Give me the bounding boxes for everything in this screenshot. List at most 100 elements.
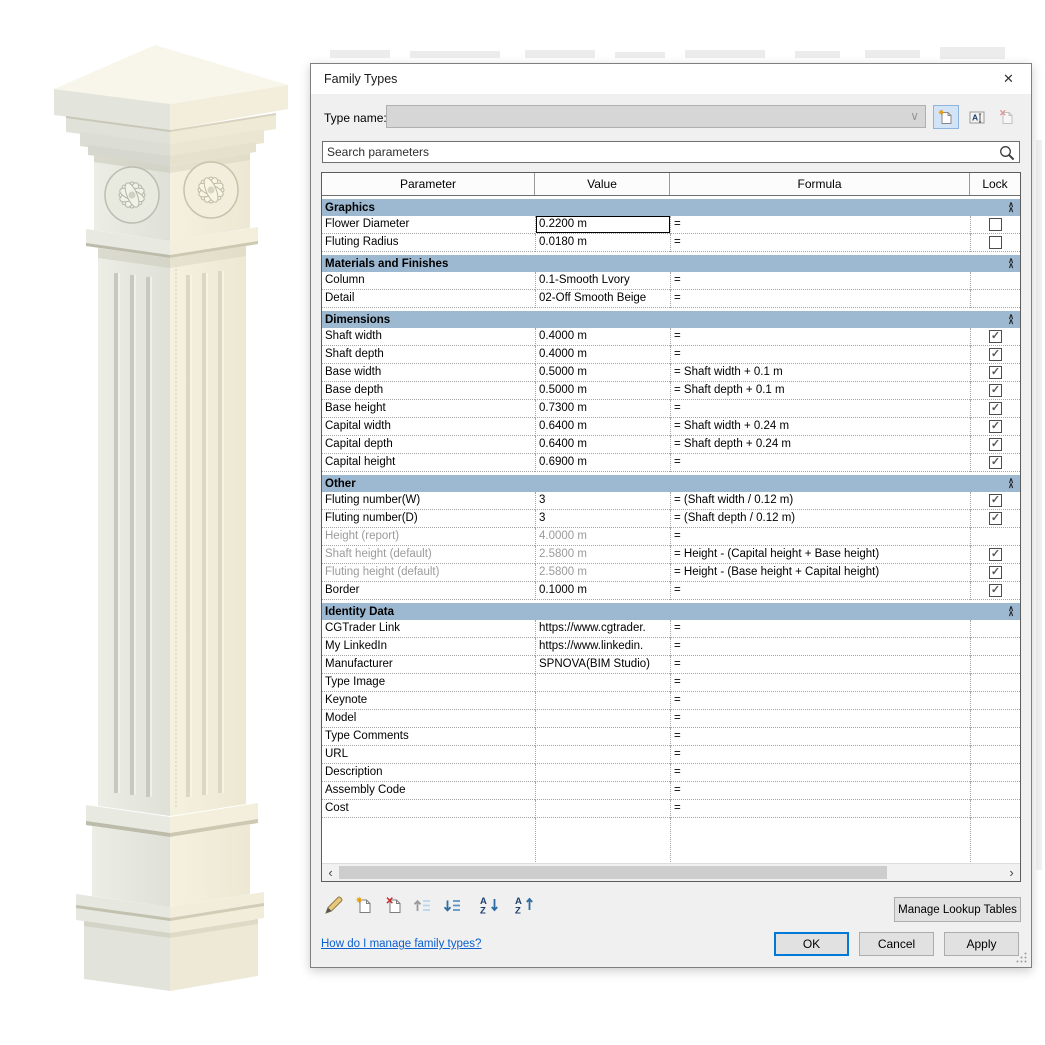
param-name-cell[interactable]: Base width: [322, 364, 535, 382]
param-value-cell[interactable]: 0.5000 m: [535, 382, 670, 400]
lock-checkbox[interactable]: ✓: [989, 384, 1002, 397]
horizontal-scrollbar[interactable]: ‹ ›: [322, 863, 1020, 881]
param-value-cell[interactable]: [535, 674, 670, 692]
collapse-section-icon[interactable]: ∧ ∧: [1008, 201, 1014, 213]
param-name-cell[interactable]: Description: [322, 764, 535, 782]
param-name-cell[interactable]: Fluting height (default): [322, 564, 535, 582]
section-header-other[interactable]: Other ∧ ∧: [322, 475, 1020, 492]
param-name-cell[interactable]: Fluting number(W): [322, 492, 535, 510]
dialog-titlebar[interactable]: Family Types ✕: [311, 64, 1031, 94]
param-name-cell[interactable]: Shaft depth: [322, 346, 535, 364]
param-name-cell[interactable]: Fluting Radius: [322, 234, 535, 252]
param-value-cell[interactable]: 0.1000 m: [535, 582, 670, 600]
param-name-cell[interactable]: Type Comments: [322, 728, 535, 746]
lock-checkbox[interactable]: ✓: [989, 566, 1002, 579]
edit-parameter-icon[interactable]: [323, 894, 345, 916]
param-formula-cell[interactable]: =: [670, 620, 970, 638]
param-formula-cell[interactable]: =: [670, 216, 970, 234]
param-value-cell[interactable]: 0.6400 m: [535, 418, 670, 436]
param-name-cell[interactable]: Type Image: [322, 674, 535, 692]
lock-checkbox[interactable]: ✓: [989, 584, 1002, 597]
section-header-dimensions[interactable]: Dimensions ∧ ∧: [322, 311, 1020, 328]
param-formula-cell[interactable]: =: [670, 400, 970, 418]
delete-parameter-icon[interactable]: ✕: [383, 894, 405, 916]
param-formula-cell[interactable]: = Shaft depth + 0.24 m: [670, 436, 970, 454]
param-value-cell[interactable]: [535, 800, 670, 818]
lock-checkbox[interactable]: ✓: [989, 330, 1002, 343]
param-value-cell[interactable]: https://www.cgtrader.: [535, 620, 670, 638]
param-formula-cell[interactable]: =: [670, 764, 970, 782]
param-value-cell[interactable]: 0.6400 m: [535, 436, 670, 454]
param-formula-cell[interactable]: =: [670, 710, 970, 728]
param-value-cell[interactable]: [535, 710, 670, 728]
ok-button[interactable]: OK: [774, 932, 849, 956]
param-value-cell[interactable]: 0.4000 m: [535, 346, 670, 364]
param-name-cell[interactable]: Column: [322, 272, 535, 290]
param-value-cell[interactable]: 0.2200 m: [535, 216, 670, 234]
lock-checkbox[interactable]: ✓: [989, 348, 1002, 361]
param-formula-cell[interactable]: = (Shaft depth / 0.12 m): [670, 510, 970, 528]
header-parameter[interactable]: Parameter: [322, 173, 535, 195]
param-formula-cell[interactable]: =: [670, 272, 970, 290]
apply-button[interactable]: Apply: [944, 932, 1019, 956]
param-value-cell[interactable]: 3: [535, 510, 670, 528]
lock-checkbox[interactable]: ✓: [989, 402, 1002, 415]
collapse-section-icon[interactable]: ∧ ∧: [1008, 477, 1014, 489]
param-name-cell[interactable]: My LinkedIn: [322, 638, 535, 656]
param-name-cell[interactable]: Capital width: [322, 418, 535, 436]
param-name-cell[interactable]: Manufacturer: [322, 656, 535, 674]
param-formula-cell[interactable]: =: [670, 290, 970, 308]
param-value-cell[interactable]: 0.1-Smooth Lvory: [535, 272, 670, 290]
lock-checkbox[interactable]: ✓: [989, 512, 1002, 525]
param-value-cell[interactable]: 0.4000 m: [535, 328, 670, 346]
param-formula-cell[interactable]: =: [670, 346, 970, 364]
header-lock[interactable]: Lock: [970, 173, 1020, 195]
param-name-cell[interactable]: Cost: [322, 800, 535, 818]
param-value-cell[interactable]: 3: [535, 492, 670, 510]
param-name-cell[interactable]: Capital height: [322, 454, 535, 472]
lock-checkbox[interactable]: ✓: [989, 366, 1002, 379]
collapse-section-icon[interactable]: ∧ ∧: [1008, 257, 1014, 269]
scrollbar-thumb[interactable]: [339, 866, 887, 879]
lock-checkbox[interactable]: ✓: [989, 494, 1002, 507]
param-formula-cell[interactable]: =: [670, 234, 970, 252]
lock-checkbox[interactable]: ✓: [989, 438, 1002, 451]
lock-checkbox[interactable]: ✓: [989, 456, 1002, 469]
param-value-cell[interactable]: [535, 746, 670, 764]
param-formula-cell[interactable]: =: [670, 656, 970, 674]
param-name-cell[interactable]: Border: [322, 582, 535, 600]
param-formula-cell[interactable]: =: [670, 746, 970, 764]
close-icon[interactable]: ✕: [986, 64, 1031, 94]
param-value-cell[interactable]: [535, 782, 670, 800]
param-formula-cell[interactable]: =: [670, 800, 970, 818]
collapse-section-icon[interactable]: ∧ ∧: [1008, 605, 1014, 617]
search-input[interactable]: Search parameters: [322, 141, 1020, 163]
header-formula[interactable]: Formula: [670, 173, 970, 195]
lock-checkbox[interactable]: [989, 218, 1002, 231]
manage-lookup-tables-button[interactable]: Manage Lookup Tables: [894, 897, 1021, 922]
param-formula-cell[interactable]: =: [670, 638, 970, 656]
param-formula-cell[interactable]: = Shaft width + 0.1 m: [670, 364, 970, 382]
help-link[interactable]: How do I manage family types?: [321, 938, 481, 950]
sort-ascending-icon[interactable]: A Z: [479, 894, 501, 916]
param-value-cell[interactable]: 0.0180 m: [535, 234, 670, 252]
move-down-icon[interactable]: [441, 894, 463, 916]
param-value-cell[interactable]: 0.7300 m: [535, 400, 670, 418]
param-formula-cell[interactable]: = (Shaft width / 0.12 m): [670, 492, 970, 510]
param-name-cell[interactable]: Base depth: [322, 382, 535, 400]
scroll-left-icon[interactable]: ‹: [322, 864, 339, 881]
param-value-cell[interactable]: https://www.linkedin.: [535, 638, 670, 656]
param-name-cell[interactable]: Keynote: [322, 692, 535, 710]
param-name-cell[interactable]: CGTrader Link: [322, 620, 535, 638]
param-formula-cell[interactable]: =: [670, 692, 970, 710]
rename-type-button[interactable]: A: [964, 105, 990, 129]
type-name-combobox[interactable]: ∨: [386, 105, 926, 128]
param-formula-cell[interactable]: =: [670, 782, 970, 800]
section-header-identity-data[interactable]: Identity Data ∧ ∧: [322, 603, 1020, 620]
section-header-materials-and-finishes[interactable]: Materials and Finishes ∧ ∧: [322, 255, 1020, 272]
param-value-cell[interactable]: [535, 692, 670, 710]
param-name-cell[interactable]: Capital depth: [322, 436, 535, 454]
param-name-cell[interactable]: Fluting number(D): [322, 510, 535, 528]
cancel-button[interactable]: Cancel: [859, 932, 934, 956]
header-value[interactable]: Value: [535, 173, 670, 195]
